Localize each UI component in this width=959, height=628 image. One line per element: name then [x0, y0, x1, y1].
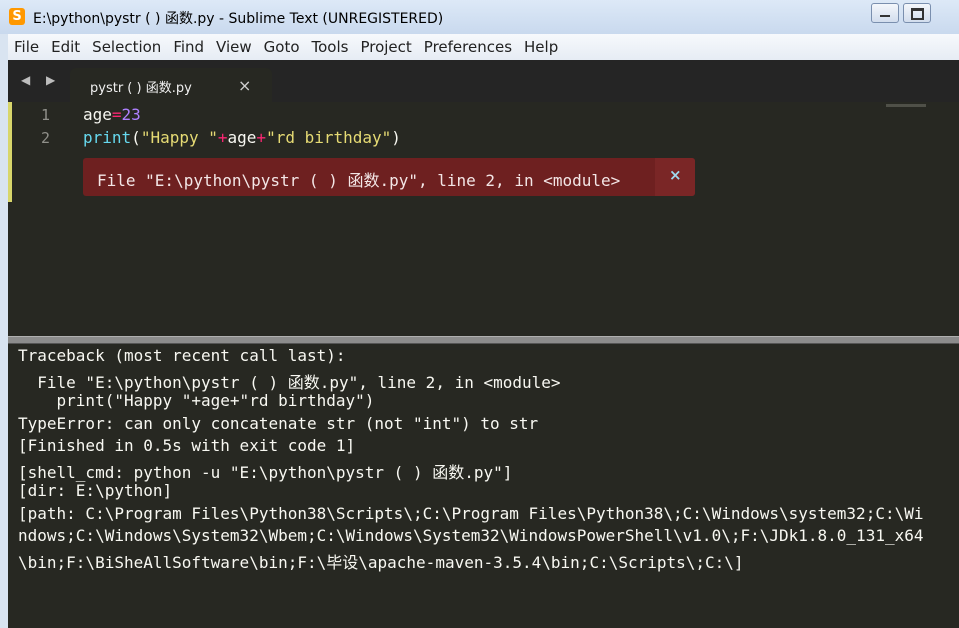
- panel-splitter[interactable]: [8, 336, 959, 344]
- string-literal: "Happy ": [140, 128, 218, 147]
- build-output-panel: Traceback (most recent call last): File …: [8, 344, 959, 628]
- menu-view[interactable]: View: [210, 38, 258, 56]
- code-line-1: age=23: [83, 105, 141, 124]
- output-line: print("Happy "+age+"rd birthday"): [18, 391, 375, 410]
- menu-project[interactable]: Project: [354, 38, 417, 56]
- output-line: Traceback (most recent call last):: [18, 346, 346, 365]
- line-number: 1: [41, 106, 51, 124]
- tab-bar: ◀ ▶ pystr ( ) 函数.py ×: [8, 60, 959, 102]
- gutter: 1 2: [8, 102, 77, 202]
- close-icon: ×: [669, 166, 682, 184]
- string-literal: "rd birthday": [266, 128, 392, 147]
- number-literal: 23: [121, 105, 141, 124]
- menu-bar: File Edit Selection Find View Goto Tools…: [8, 34, 959, 60]
- output-line: [dir: E:\python]: [18, 481, 173, 500]
- paren: ): [391, 128, 401, 147]
- code-editor[interactable]: 1 2 age=23 print("Happy "+age+"rd birthd…: [8, 102, 959, 336]
- title-bar: S E:\python\pystr ( ) 函数.py - Sublime Te…: [0, 0, 959, 34]
- output-line: ndows;C:\Windows\System32\Wbem;C:\Window…: [18, 526, 924, 545]
- minimap[interactable]: [886, 104, 926, 107]
- identifier: age: [227, 128, 257, 147]
- maximize-button[interactable]: [903, 3, 931, 23]
- menu-edit[interactable]: Edit: [45, 38, 86, 56]
- minimize-button[interactable]: [871, 3, 899, 23]
- menu-file[interactable]: File: [8, 38, 45, 56]
- sublime-logo-icon: S: [9, 8, 25, 25]
- identifier: age: [83, 105, 112, 124]
- output-line: [shell_cmd: python -u "E:\python\pystr (…: [18, 463, 513, 482]
- output-line: \bin;F:\BiSheAllSoftware\bin;F:\毕设\apach…: [18, 553, 744, 572]
- menu-help[interactable]: Help: [518, 38, 564, 56]
- menu-goto[interactable]: Goto: [258, 38, 306, 56]
- operator: +: [217, 128, 228, 147]
- paren: (: [131, 128, 141, 147]
- operator: =: [111, 105, 122, 124]
- tab-pystr[interactable]: pystr ( ) 函数.py ×: [70, 68, 272, 102]
- tab-label: pystr ( ) 函数.py: [90, 81, 192, 96]
- tab-nav-arrows-icon[interactable]: ◀ ▶: [21, 73, 61, 87]
- line-number: 2: [41, 129, 51, 147]
- menu-selection[interactable]: Selection: [86, 38, 167, 56]
- modified-line-marker: [8, 102, 12, 202]
- output-line: File "E:\python\pystr ( ) 函数.py", line 2…: [18, 373, 561, 392]
- error-message: File "E:\python\pystr ( ) 函数.py", line 2…: [97, 171, 621, 190]
- output-line: TypeError: can only concatenate str (not…: [18, 414, 539, 433]
- menu-find[interactable]: Find: [167, 38, 210, 56]
- operator: +: [256, 128, 267, 147]
- tab-close-icon[interactable]: ×: [238, 76, 251, 95]
- menu-preferences[interactable]: Preferences: [418, 38, 518, 56]
- error-dismiss-button[interactable]: ×: [655, 158, 695, 196]
- inline-error-phantom: File "E:\python\pystr ( ) 函数.py", line 2…: [83, 158, 695, 196]
- output-line: [path: C:\Program Files\Python38\Scripts…: [18, 504, 924, 523]
- window-title: E:\python\pystr ( ) 函数.py - Sublime Text…: [33, 11, 444, 27]
- code-line-2: print("Happy "+age+"rd birthday"): [83, 128, 401, 147]
- builtin-function: print: [83, 128, 132, 147]
- output-line: [Finished in 0.5s with exit code 1]: [18, 436, 356, 455]
- menu-tools[interactable]: Tools: [306, 38, 355, 56]
